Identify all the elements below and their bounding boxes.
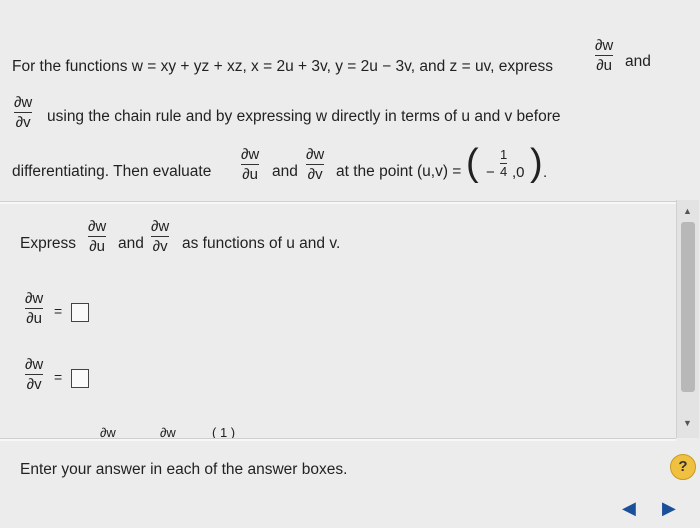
scrollbar[interactable]: ▲ ▼ xyxy=(676,200,699,438)
numerator: ∂w xyxy=(241,146,260,163)
part-express-label: Express xyxy=(20,235,76,252)
help-button[interactable]: ? xyxy=(670,454,696,480)
numerator: ∂w xyxy=(25,290,44,307)
answer-dw-dv-fraction: ∂w ∂v xyxy=(25,356,44,393)
denominator: ∂u xyxy=(89,238,105,255)
part-and-label: and xyxy=(118,235,144,252)
numerator: ∂w xyxy=(88,218,107,235)
denominator: 4 xyxy=(500,164,508,179)
answer-dw-du-fraction: ∂w ∂u xyxy=(25,290,44,327)
question-line-3-suffix: at the point (u,v) = xyxy=(336,163,462,180)
scrollbar-thumb[interactable] xyxy=(681,222,695,392)
numerator: ∂w xyxy=(14,94,33,111)
numerator: ∂w xyxy=(595,37,614,54)
instructions-text: Enter your answer in each of the answer … xyxy=(20,461,348,478)
answer-box-dw-du[interactable] xyxy=(71,303,89,322)
fraction-dw-dv-2: ∂w ∂v xyxy=(306,146,325,183)
scroll-up-arrow-icon[interactable]: ▲ xyxy=(683,206,692,216)
answer-dw-dv-equals: = xyxy=(54,369,63,385)
part-suffix: as functions of u and v. xyxy=(182,235,341,252)
next-arrow-icon[interactable]: ▶ xyxy=(662,498,676,519)
instructions-divider xyxy=(0,438,676,441)
denominator: ∂v xyxy=(307,166,323,183)
fraction-dw-du-1: ∂w ∂u xyxy=(595,37,614,74)
denominator: ∂u xyxy=(242,166,258,183)
point-fraction: 14 xyxy=(500,147,508,179)
fraction-dw-dv-3: ∂w ∂v xyxy=(151,218,170,255)
answer-dw-du-equals: = xyxy=(54,303,63,319)
previous-arrow-icon[interactable]: ◀ xyxy=(622,498,636,519)
numerator: ∂w xyxy=(151,218,170,235)
denominator: ∂v xyxy=(15,114,31,131)
fraction-dw-dv-1: ∂w ∂v xyxy=(14,94,33,131)
point-negative-sign: − xyxy=(486,164,495,181)
denominator: ∂u xyxy=(26,310,42,327)
fraction-dw-du-2: ∂w ∂u xyxy=(241,146,260,183)
section-divider xyxy=(0,201,676,204)
question-line-3-prefix: differentiating. Then evaluate xyxy=(12,163,212,180)
question-and-2: and xyxy=(272,163,298,180)
answer-box-dw-dv[interactable] xyxy=(71,369,89,388)
denominator: ∂u xyxy=(596,57,612,74)
denominator: ∂v xyxy=(26,376,42,393)
denominator: ∂v xyxy=(152,238,168,255)
question-and-1: and xyxy=(625,53,651,70)
numerator: 1 xyxy=(500,147,508,162)
numerator: ∂w xyxy=(306,146,325,163)
numerator: ∂w xyxy=(25,356,44,373)
question-line-2: using the chain rule and by expressing w… xyxy=(47,108,561,125)
fraction-dw-du-3: ∂w ∂u xyxy=(88,218,107,255)
question-line-1: For the functions w = xy + yz + xz, x = … xyxy=(12,58,554,75)
point-period: . xyxy=(543,164,548,181)
point-right-paren: ) xyxy=(530,142,543,184)
point-left-paren: ( xyxy=(466,142,479,184)
point-rest: ,0 xyxy=(512,164,525,181)
scroll-down-arrow-icon[interactable]: ▼ xyxy=(683,418,692,428)
